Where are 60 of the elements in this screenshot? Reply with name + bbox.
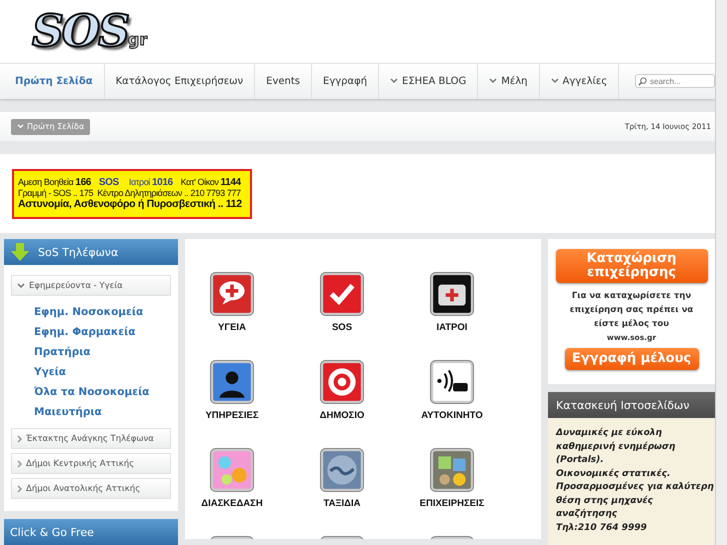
chevron-down-icon xyxy=(550,78,559,84)
emergency-banner[interactable]: Αμεση Βοηθεία 166 SOS Ιατροί 1016 Κατ' Οίκον 1144 Γραμμή - SOS .. 175 Κέντρο Δηλητηριάσεων .. 210 7793 777 Αστυνομία, Ασθενοφόρο ή Πυροσβεστική .. 112 xyxy=(12,168,252,219)
nav-link[interactable]: Events xyxy=(255,64,312,99)
search-icon xyxy=(638,77,647,86)
submenu-link[interactable]: Υγεία xyxy=(11,362,171,382)
chevron-right-icon xyxy=(17,484,22,492)
register-note: Για να καταχωρίσετε την επιχείρηση σας πρέπει να είστε μέλος του xyxy=(568,290,694,331)
nav-link[interactable]: Πρώτη Σελίδα xyxy=(4,64,105,99)
tile-label: ΑΥΤΟΚΙΝΗΤΟ xyxy=(421,410,483,421)
tile-label: ΔΙΑΣΚΕΔΑΣΗ xyxy=(201,498,263,509)
chevron-down-icon xyxy=(390,78,398,84)
search-field[interactable]: search... xyxy=(635,74,715,88)
chevron-down-icon xyxy=(489,78,498,84)
nav-link[interactable]: Εγγραφή xyxy=(312,64,380,99)
tile-label: SOS xyxy=(332,322,352,333)
menu-group[interactable]: Εφημερεύοντα - Υγεία xyxy=(11,275,171,296)
sidebar-header: Click & Go Free xyxy=(4,519,178,545)
sidebar-header: SoS Τηλέφωνα xyxy=(4,239,178,265)
tile-label: ΥΠΗΡΕΣΙΕΣ xyxy=(205,410,259,421)
banner-line: Αστυνομία, Ασθενοφόρο ή Πυροσβεστική .. 112 xyxy=(18,198,243,210)
app-collage-icon[interactable] xyxy=(430,448,474,492)
menu-group[interactable]: Έκτακτης Ανάγκης Τηλέφωνα xyxy=(11,428,171,449)
globe-icon[interactable] xyxy=(320,448,364,492)
tile-label: ΥΓΕΙΑ xyxy=(218,322,246,333)
panel-text: Τηλ:210 764 9999 xyxy=(556,522,648,534)
scrollbar[interactable] xyxy=(715,0,727,545)
panel-text: Προσαρμοσμένες για καλύτερη θέση στης μηχανές αναζήτησης xyxy=(556,481,715,521)
person-icon[interactable] xyxy=(210,360,254,404)
car-icon[interactable] xyxy=(430,360,474,404)
submenu-link[interactable]: Όλα τα Νοσοκομεία xyxy=(11,382,171,402)
banner-line: Αμεση Βοηθεία 166 SOS Ιατροί 1016 Κατ' Οίκον 1144 xyxy=(18,177,242,188)
chevron-right-icon xyxy=(17,434,22,442)
speech-bubble-cross-icon[interactable] xyxy=(210,272,254,316)
nav-link[interactable]: Μέλη xyxy=(478,64,540,99)
tile-label: ΙΑΤΡΟΙ xyxy=(436,322,468,333)
colorful-collage-icon[interactable] xyxy=(210,448,254,492)
submenu-link[interactable]: Πρατήρια xyxy=(11,342,171,362)
tile-label: ΤΑΞΙΔΙΑ xyxy=(323,498,361,509)
submenu-link[interactable]: Εφημ. Νοσοκομεία xyxy=(11,302,171,322)
panel-header: Κατασκευή Ιστοσελίδων xyxy=(548,392,715,418)
panel-text: (Portals). xyxy=(556,454,605,467)
nav-link[interactable]: ΕΣΗΕΑ BLOG xyxy=(379,64,478,99)
panel-text: Δυναμικές με εύκολη καθημερινή ενημέρωση xyxy=(556,427,676,454)
submenu-link[interactable]: Εφημ. Φαρμακεία xyxy=(11,322,171,342)
chevron-right-icon xyxy=(17,460,22,468)
checkmark-icon[interactable] xyxy=(320,272,364,316)
submenu-link[interactable]: Μαιευτήρια xyxy=(11,402,171,422)
arrow-down-icon xyxy=(10,243,30,261)
chevron-down-icon xyxy=(17,282,25,288)
panel-text: Οικονομικές στατικές. xyxy=(556,468,672,480)
tile-label: ΔΗΜΟΣΙΟ xyxy=(320,410,364,421)
menu-group[interactable]: Δήμοι Κεντρικής Αττικής xyxy=(11,453,171,474)
nav-link[interactable]: Αγγελίες xyxy=(540,64,620,99)
first-aid-kit-icon[interactable] xyxy=(430,272,474,316)
menu-group[interactable]: Δήμοι Ανατολικής Αττικής xyxy=(11,478,171,499)
nav-link[interactable]: Κατάλογος Επιχειρήσεων xyxy=(104,64,256,99)
tile-label: ΕΠΙΧΕΙΡΗΣΕΙΣ xyxy=(420,498,484,509)
target-icon[interactable] xyxy=(320,360,364,404)
banner-line: Γραμμή - SOS .. 175 Κέντρο Δηλητηριάσεων .. 210 7793 777 xyxy=(18,188,242,198)
chevron-down-icon xyxy=(17,124,24,130)
